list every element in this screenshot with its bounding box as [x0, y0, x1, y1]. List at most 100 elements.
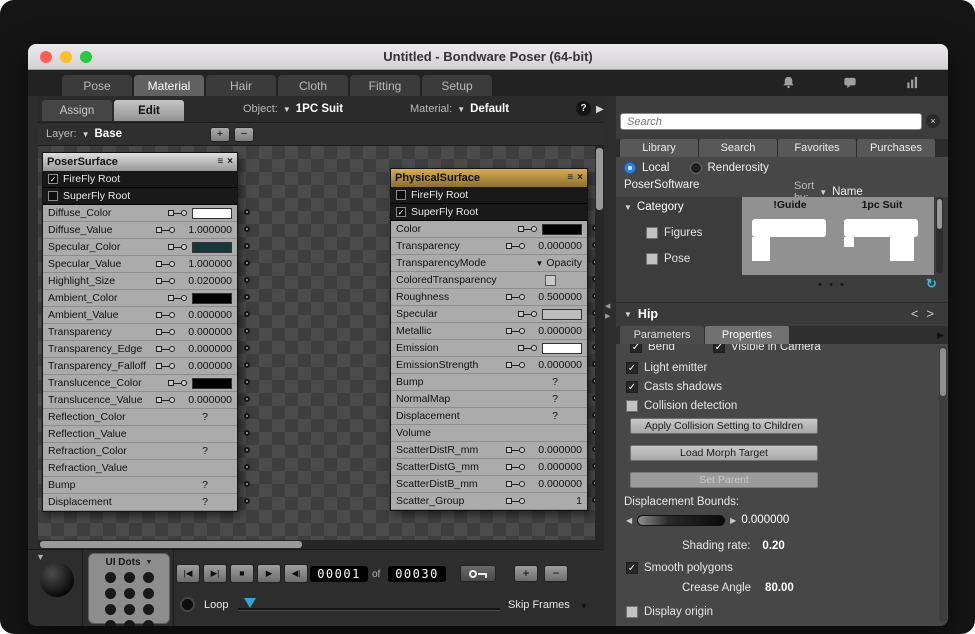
property-value[interactable]: ? — [178, 496, 232, 508]
node-property-row[interactable]: Specular_Value1.000000 — [43, 256, 237, 273]
next-actor-button[interactable]: > — [926, 306, 934, 321]
node-property-row[interactable]: Ambient_Color — [43, 290, 237, 307]
node-property-row[interactable]: ColoredTransparency — [391, 272, 587, 289]
output-port[interactable] — [244, 345, 250, 351]
property-checkbox-row[interactable]: ✓Bend — [630, 344, 675, 356]
thumbnails-scrollbar[interactable] — [936, 197, 943, 273]
property-value[interactable]: 0.000000 — [528, 325, 582, 337]
ui-dot[interactable] — [105, 620, 116, 626]
timeline-track[interactable] — [238, 608, 500, 610]
node-property-row[interactable]: Transparency0.000000 — [391, 238, 587, 255]
property-value[interactable]: ? — [528, 393, 582, 405]
radio-local[interactable] — [624, 162, 636, 174]
remove-keyframe-button[interactable]: − — [544, 565, 568, 582]
library-tab-purchases[interactable]: Purchases — [857, 139, 935, 157]
node-property-row[interactable]: Bump? — [43, 477, 237, 494]
property-value[interactable]: 0.000000 — [178, 309, 232, 321]
displacement-bounds-value[interactable]: 0.000000 — [741, 514, 789, 526]
output-port[interactable] — [244, 447, 250, 453]
node-root-row[interactable]: SuperFly Root — [43, 188, 237, 205]
ui-dot[interactable] — [143, 604, 154, 615]
output-port[interactable] — [244, 379, 250, 385]
shading-rate-value[interactable]: 0.20 — [762, 540, 784, 552]
property-value[interactable]: ? — [178, 411, 232, 423]
ui-dot[interactable] — [124, 588, 135, 599]
ui-dot[interactable] — [124, 620, 135, 626]
tab-assign[interactable]: Assign — [42, 100, 112, 121]
skip-frames-dropdown-icon[interactable]: ▼ — [580, 602, 588, 611]
node-header[interactable]: PhysicalSurface ≡ × — [391, 169, 587, 187]
tab-material[interactable]: Material — [134, 75, 204, 96]
node-menu-icon[interactable]: ≡ — [217, 157, 223, 167]
property-value[interactable]: 1.000000 — [178, 258, 232, 270]
node-property-row[interactable]: Specular_Color — [43, 239, 237, 256]
output-port[interactable] — [244, 277, 250, 283]
property-checkbox-row[interactable]: Collision detection — [626, 396, 737, 415]
ui-dot[interactable] — [105, 588, 116, 599]
node-property-row[interactable]: Emission — [391, 340, 587, 357]
ui-dot[interactable] — [124, 604, 135, 615]
output-port[interactable] — [244, 481, 250, 487]
search-input[interactable] — [620, 113, 922, 130]
chevron-down-icon[interactable]: ▼ — [146, 559, 153, 566]
node-property-row[interactable]: ScatterDistG_mm0.000000 — [391, 459, 587, 476]
material-selector[interactable]: Material: ▼ Default — [410, 103, 509, 115]
flyout-arrow-icon[interactable]: ▶ — [596, 104, 604, 115]
node-root-row[interactable]: FireFly Root — [391, 187, 587, 204]
actor-selector[interactable]: ▼ Hip — [624, 307, 658, 321]
property-value[interactable]: 0.000000 — [528, 461, 582, 473]
output-port[interactable] — [244, 498, 250, 504]
output-port[interactable] — [244, 311, 250, 317]
node-property-row[interactable]: Refraction_Color? — [43, 443, 237, 460]
ui-dot[interactable] — [143, 620, 154, 626]
output-port[interactable] — [244, 413, 250, 419]
total-frames-field[interactable]: 00030 — [388, 566, 446, 582]
checkbox[interactable]: ✓ — [630, 344, 642, 353]
node-property-row[interactable]: Translucence_Value0.000000 — [43, 392, 237, 409]
node-property-row[interactable]: Diffuse_Color — [43, 205, 237, 222]
object-selector[interactable]: Object: ▼ 1PC Suit — [243, 103, 343, 115]
properties-scrollbar[interactable] — [939, 346, 947, 622]
node-property-row[interactable]: Color — [391, 221, 587, 238]
node-property-row[interactable]: Reflection_Color? — [43, 409, 237, 426]
object-value[interactable]: 1PC Suit — [296, 103, 343, 115]
canvas-horizontal-scrollbar[interactable] — [38, 540, 604, 549]
property-value[interactable]: 0.000000 — [528, 240, 582, 252]
library-item[interactable]: 1pc Suit — [838, 197, 926, 275]
source-renderosity[interactable]: Renderosity — [690, 162, 769, 174]
checkbox[interactable]: ✓ — [626, 562, 638, 574]
collapse-icon[interactable]: ▼ — [36, 552, 45, 562]
first-frame-button[interactable]: |◀ — [176, 564, 200, 583]
checkbox[interactable]: ✓ — [626, 362, 638, 374]
loop-toggle[interactable] — [180, 597, 195, 612]
filter-pose[interactable]: Pose — [646, 249, 702, 268]
splitter-handle-icon[interactable]: ◀ ▶ — [605, 302, 610, 320]
property-value[interactable]: ? — [178, 479, 232, 491]
property-value[interactable]: ? — [528, 410, 582, 422]
checkbox[interactable] — [646, 253, 658, 265]
output-port[interactable] — [244, 328, 250, 334]
tab-edit[interactable]: Edit — [114, 100, 184, 121]
color-swatch[interactable] — [192, 293, 232, 304]
color-swatch[interactable] — [192, 378, 232, 389]
property-value[interactable]: 0.000000 — [178, 360, 232, 372]
canvas-vertical-scrollbar[interactable] — [595, 146, 604, 540]
property-value[interactable]: 0.000000 — [178, 326, 232, 338]
tab-properties[interactable]: Properties — [705, 326, 789, 344]
color-swatch[interactable] — [192, 208, 232, 219]
property-value[interactable]: 1 — [528, 495, 582, 507]
node-property-row[interactable]: Diffuse_Value1.000000 — [43, 222, 237, 239]
property-value[interactable]: 0.000000 — [178, 343, 232, 355]
output-port[interactable] — [244, 226, 250, 232]
node-property-row[interactable]: Volume — [391, 425, 587, 442]
output-port[interactable] — [244, 294, 250, 300]
node-header[interactable]: PoserSurface ≡ × — [43, 153, 237, 171]
node-property-row[interactable]: TransparencyMode▼Opacity — [391, 255, 587, 272]
displacement-bounds-slider[interactable] — [637, 515, 725, 526]
node-property-row[interactable]: Transparency_Edge0.000000 — [43, 341, 237, 358]
step-back-button[interactable]: ◀| — [284, 564, 308, 583]
ui-dot[interactable] — [124, 572, 135, 583]
output-port[interactable] — [244, 396, 250, 402]
node-property-row[interactable]: ScatterDistR_mm0.000000 — [391, 442, 587, 459]
node-property-row[interactable]: Scatter_Group1 — [391, 493, 587, 510]
